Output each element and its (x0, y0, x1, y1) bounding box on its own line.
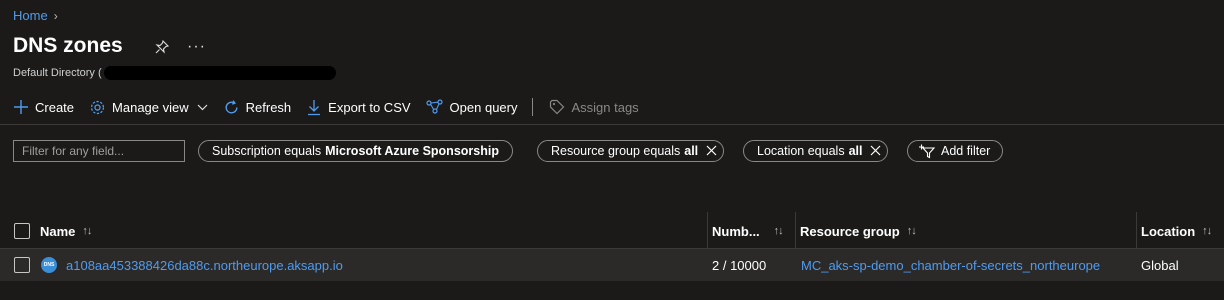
sort-icon[interactable]: ↑↓ (907, 225, 917, 237)
resource-group-filter-label: Resource group equals (551, 144, 681, 158)
gear-icon (90, 100, 105, 114)
subscription-filter-label: Subscription equals (212, 144, 322, 158)
row-resource-group-cell: MC_aks-sp-demo_chamber-of-secrets_northe… (801, 249, 1100, 281)
resource-group-filter-pill[interactable]: Resource group equals all (537, 140, 725, 162)
dns-zone-name-link[interactable]: a108aa453388426da88c.northeurope.aksapp.… (66, 258, 343, 273)
filter-input[interactable] (13, 140, 185, 162)
command-bar-divider (0, 124, 1224, 125)
row-name-cell: DNS a108aa453388426da88c.northeurope.aks… (41, 249, 343, 281)
row-checkbox[interactable] (14, 257, 30, 273)
breadcrumb: Home › (13, 8, 58, 23)
sort-icon[interactable]: ↑↓ (774, 225, 784, 237)
location-filter-value: all (848, 144, 863, 158)
select-all-checkbox-cell (14, 214, 30, 248)
open-query-button[interactable]: Open query (425, 99, 518, 115)
query-icon (425, 99, 443, 114)
column-divider (1136, 212, 1137, 248)
chevron-down-icon (197, 104, 208, 111)
breadcrumb-home-link[interactable]: Home (13, 8, 48, 23)
open-query-label: Open query (449, 99, 518, 115)
resource-group-link[interactable]: MC_aks-sp-demo_chamber-of-secrets_northe… (801, 258, 1100, 273)
location-filter-pill[interactable]: Location equals all (743, 140, 889, 162)
close-icon[interactable] (706, 143, 717, 159)
assign-tags-button[interactable]: Assign tags (549, 99, 639, 115)
column-name-label: Name (40, 223, 76, 239)
dns-zone-icon: DNS (41, 257, 57, 273)
column-divider (795, 212, 796, 248)
column-number-label: Numb... (712, 223, 760, 239)
column-location-label: Location (1141, 223, 1196, 239)
row-location-cell: Global (1141, 257, 1179, 273)
column-header-number[interactable]: Numb... ↑↓ (712, 214, 784, 248)
add-filter-icon (919, 144, 936, 159)
page-title: DNS zones (13, 34, 123, 57)
location-filter-label: Location equals (757, 144, 845, 158)
pin-icon[interactable] (155, 39, 170, 57)
manage-view-button[interactable]: Manage view (89, 99, 208, 116)
redacted-directory-id (103, 66, 336, 80)
column-resource-group-label: Resource group (800, 223, 900, 239)
create-button[interactable]: Create (13, 99, 74, 115)
column-header-name[interactable]: Name ↑↓ (40, 214, 92, 248)
table-row[interactable]: DNS a108aa453388426da88c.northeurope.aks… (0, 249, 1224, 281)
row-checkbox-cell (14, 249, 30, 281)
directory-label: Default Directory ( (13, 67, 102, 79)
page-subtitle: Default Directory ( (13, 66, 336, 80)
more-options-icon[interactable]: ··· (187, 38, 206, 56)
export-csv-button[interactable]: Export to CSV (306, 99, 411, 116)
command-bar: Create Manage view Refresh Export to CSV… (13, 96, 654, 118)
resource-group-filter-value: all (684, 144, 699, 158)
plus-icon (14, 100, 28, 114)
add-filter-label: Add filter (941, 144, 991, 158)
manage-view-label: Manage view (112, 99, 189, 115)
sort-icon[interactable]: ↑↓ (82, 225, 92, 237)
add-filter-button[interactable]: Add filter (907, 140, 1004, 162)
subscription-filter-pill[interactable]: Subscription equals Microsoft Azure Spon… (198, 140, 513, 162)
refresh-icon (225, 99, 238, 113)
tag-icon (550, 99, 565, 115)
chevron-right-icon: › (53, 8, 58, 23)
refresh-label: Refresh (245, 99, 292, 115)
column-header-location[interactable]: Location ↑↓ (1141, 214, 1212, 248)
select-all-checkbox[interactable] (14, 223, 30, 239)
close-icon[interactable] (870, 143, 881, 159)
subscription-filter-value: Microsoft Azure Sponsorship (325, 144, 499, 158)
assign-tags-label: Assign tags (571, 99, 639, 115)
download-icon (308, 99, 321, 115)
row-records-cell: 2 / 10000 (712, 257, 767, 273)
sort-icon[interactable]: ↑↓ (1202, 225, 1212, 237)
create-label: Create (35, 99, 75, 115)
refresh-button[interactable]: Refresh (223, 99, 292, 116)
toolbar-divider (532, 98, 534, 116)
table-header: Name ↑↓ Numb... ↑↓ Resource group ↑↓ Locati… (0, 214, 1224, 249)
column-header-resource-group[interactable]: Resource group ↑↓ (800, 214, 917, 248)
column-divider (707, 212, 708, 248)
export-csv-label: Export to CSV (328, 99, 411, 115)
